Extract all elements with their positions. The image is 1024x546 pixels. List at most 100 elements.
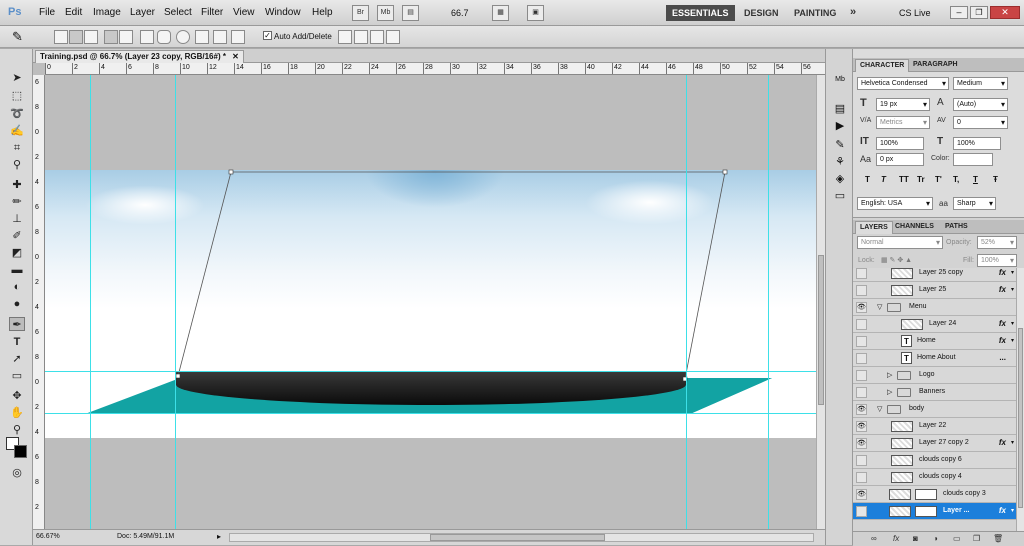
faux-bold-button[interactable]: T — [865, 175, 870, 184]
layer-effects-icon[interactable]: fx — [999, 319, 1006, 328]
adjustment-layer-icon[interactable]: ◑ — [933, 534, 938, 543]
font-size-field[interactable]: 19 px — [876, 98, 930, 111]
visibility-eye-icon[interactable] — [856, 387, 867, 398]
visibility-eye-icon[interactable]: 👁 — [856, 421, 867, 432]
visibility-eye-icon[interactable]: 👁 — [856, 302, 867, 313]
combine-mode-2[interactable] — [354, 30, 368, 44]
status-menu-arrow-icon[interactable]: ▸ — [217, 532, 221, 541]
new-group-icon[interactable]: ▭ — [953, 534, 961, 543]
add-mask-icon[interactable]: ◙ — [913, 534, 918, 543]
notes-panel-icon[interactable]: ▭ — [832, 189, 848, 203]
superscript-button[interactable]: T' — [935, 175, 942, 184]
blend-mode-select[interactable]: Normal — [857, 236, 943, 249]
menu-file[interactable]: File — [39, 7, 55, 18]
visibility-eye-icon[interactable]: 👁 — [856, 489, 867, 500]
ellipse-button[interactable] — [176, 30, 190, 44]
line-button[interactable] — [213, 30, 227, 44]
more-workspaces-icon[interactable]: » — [844, 3, 862, 19]
layer-effects-icon[interactable]: fx — [999, 285, 1006, 294]
cs-live-button[interactable]: CS Live — [899, 8, 931, 18]
effects-expand-icon[interactable]: ▾ — [1011, 507, 1014, 514]
menu-filter[interactable]: Filter — [201, 7, 223, 18]
effects-expand-icon[interactable]: ▾ — [1011, 337, 1014, 344]
pen-tool-icon[interactable]: ✒ — [9, 317, 25, 331]
history-brush-icon[interactable]: ✐ — [9, 229, 25, 243]
zoom-tool-icon[interactable]: ⚲ — [9, 423, 25, 437]
combine-mode-1[interactable] — [338, 30, 352, 44]
font-style-select[interactable]: Medium — [953, 77, 1008, 90]
visibility-eye-icon[interactable] — [856, 336, 867, 347]
arrange-documents-button[interactable]: ▦ — [492, 5, 509, 21]
layer-effects-icon[interactable]: fx — [999, 438, 1006, 447]
antialias-select[interactable]: Sharp — [953, 197, 996, 210]
new-layer-icon[interactable]: ❐ — [973, 534, 980, 543]
visibility-eye-icon[interactable] — [856, 319, 867, 330]
mini-bridge-panel-icon[interactable]: Mb — [832, 73, 848, 87]
group-expand-icon[interactable]: ▽ — [877, 303, 882, 311]
visibility-eye-icon[interactable] — [856, 472, 867, 483]
effects-expand-icon[interactable]: ▾ — [1011, 439, 1014, 446]
layers-scrollbar[interactable] — [1016, 268, 1024, 531]
zoom-readout[interactable]: 66.7 — [451, 8, 469, 18]
layer-row[interactable]: 👁 Layer 27 copy 2 fx ▾ — [853, 435, 1016, 452]
layer-row[interactable]: 👁 Layer 22 — [853, 418, 1016, 435]
vertical-scale-field[interactable]: 100% — [876, 137, 924, 150]
screen-mode-button[interactable]: ▣ — [527, 5, 544, 21]
effects-expand-icon[interactable]: ▾ — [1011, 269, 1014, 276]
lasso-tool-icon[interactable]: ➰ — [9, 107, 25, 121]
marquee-tool-icon[interactable]: ⬚ — [9, 89, 25, 103]
visibility-eye-icon[interactable] — [856, 268, 867, 279]
clone-source-panel-icon[interactable]: ⚘ — [832, 155, 848, 169]
strikethrough-button[interactable]: Ŧ — [993, 175, 998, 184]
close-button[interactable]: ✕ — [990, 6, 1020, 19]
pen-tool-preset-icon[interactable]: ✎ — [12, 29, 23, 45]
layer-row[interactable]: 👁 clouds copy 3 — [853, 486, 1016, 503]
tab-layers[interactable]: LAYERS — [855, 221, 893, 234]
layer-effects-icon[interactable]: fx — [999, 506, 1006, 515]
dodge-tool-icon[interactable]: ● — [9, 297, 25, 311]
subscript-button[interactable]: T, — [953, 175, 959, 184]
add-style-icon[interactable]: fx — [893, 534, 899, 543]
combine-mode-3[interactable] — [370, 30, 384, 44]
bridge-button[interactable]: Br — [352, 5, 369, 21]
combine-mode-4[interactable] — [386, 30, 400, 44]
background-color-swatch[interactable] — [14, 445, 27, 458]
visibility-eye-icon[interactable] — [856, 285, 867, 296]
custom-shape-button[interactable] — [231, 30, 245, 44]
3d-tool-icon[interactable]: ✥ — [9, 389, 25, 403]
delete-layer-icon[interactable]: 🗑 — [993, 534, 1003, 543]
link-layers-icon[interactable]: ∞ — [871, 534, 877, 543]
move-tool-icon[interactable]: ➤ — [9, 71, 25, 85]
blur-tool-icon[interactable]: ◐ — [9, 280, 25, 294]
menu-select[interactable]: Select — [164, 7, 192, 18]
freeform-pen-button[interactable] — [119, 30, 133, 44]
workspace-design[interactable]: DESIGN — [738, 5, 785, 21]
shape-tool-icon[interactable]: ▭ — [9, 369, 25, 383]
canvas[interactable] — [45, 75, 816, 529]
menu-view[interactable]: View — [233, 7, 255, 18]
horizontal-ruler[interactable]: 0 2 4 6 8 10 12 14 16 18 20 22 24 26 28 30 32 34 36 38 40 42 4… — [45, 63, 825, 75]
visibility-eye-icon[interactable] — [856, 370, 867, 381]
menu-edit[interactable]: Edit — [65, 7, 82, 18]
gradient-tool-icon[interactable]: ▬ — [9, 263, 25, 277]
layers-scroll-thumb[interactable] — [1018, 328, 1023, 508]
shape-layers-button[interactable] — [54, 30, 68, 44]
h-scroll-thumb[interactable] — [430, 534, 605, 541]
layer-row[interactable]: 👁 ▽ Menu — [853, 299, 1016, 316]
tab-paragraph[interactable]: PARAGRAPH — [909, 59, 962, 72]
fill-field[interactable]: 100% — [977, 254, 1017, 267]
layer-row[interactable]: Layer ... fx ▾ — [853, 503, 1016, 520]
close-tab-icon[interactable]: ✕ — [232, 52, 239, 61]
menu-image[interactable]: Image — [93, 7, 121, 18]
layer-row[interactable]: 👁 ▽ body — [853, 401, 1016, 418]
rectangle-shape-button[interactable] — [140, 30, 154, 44]
polygon-button[interactable] — [195, 30, 209, 44]
layer-row[interactable]: T Home fx ▾ — [853, 333, 1016, 350]
layer-row[interactable]: Layer 25 copy fx ▾ — [853, 268, 1016, 282]
mini-bridge-button[interactable]: Mb — [377, 5, 394, 21]
visibility-eye-icon[interactable]: 👁 — [856, 438, 867, 449]
fill-pixels-button[interactable] — [84, 30, 98, 44]
eyedropper-tool-icon[interactable]: ⚲ — [9, 158, 25, 172]
tab-channels[interactable]: CHANNELS — [891, 221, 938, 234]
pen-button[interactable] — [104, 30, 118, 44]
